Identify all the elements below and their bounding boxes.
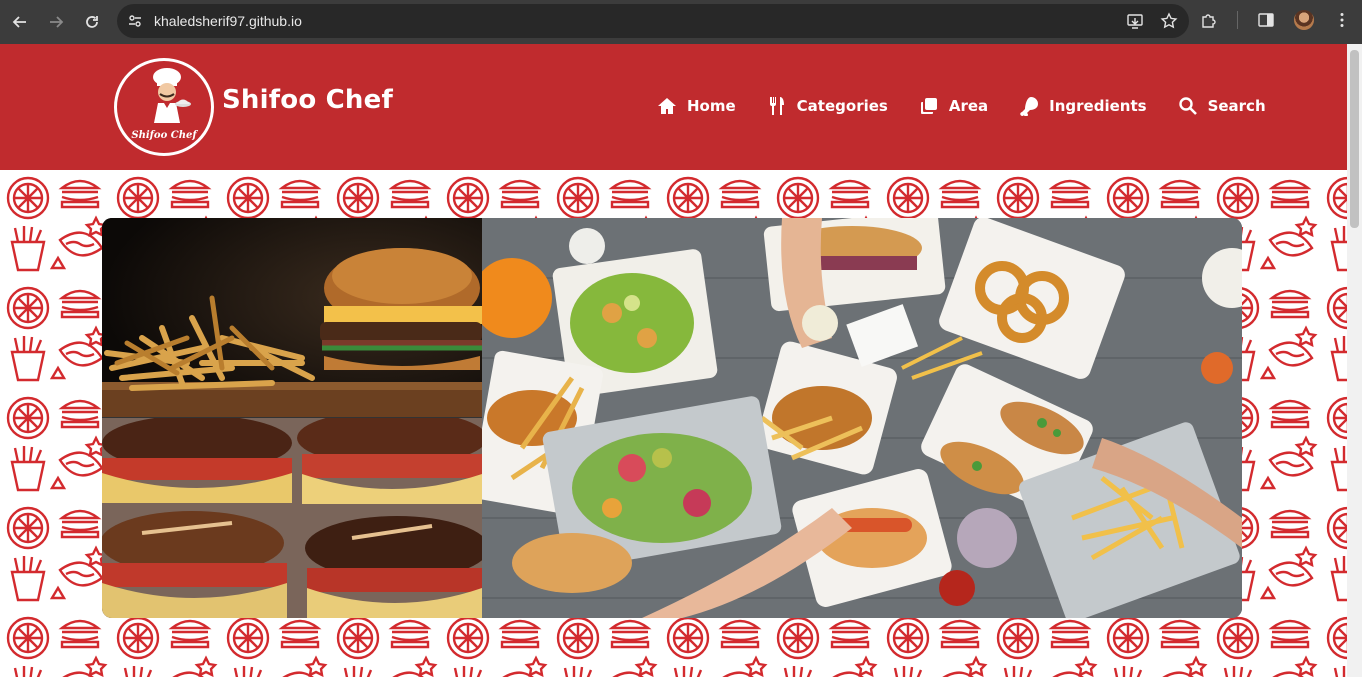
install-icon — [1127, 14, 1143, 29]
install-app-button[interactable] — [1125, 11, 1145, 31]
nav-item-label: Categories — [796, 97, 888, 115]
home-icon — [658, 98, 676, 114]
reload-icon — [86, 16, 98, 28]
page-scrollbar[interactable] — [1347, 44, 1362, 677]
burger-fries-image — [102, 218, 482, 417]
side-panel-button[interactable] — [1256, 10, 1276, 30]
arrow-right-icon — [50, 16, 64, 28]
chef-icon — [153, 68, 191, 123]
tune-icon — [129, 15, 141, 27]
address-bar[interactable]: khaledsherif97.github.io — [117, 4, 1189, 38]
nav-item-ingredients[interactable]: Ingredients — [1019, 96, 1147, 116]
reload-button[interactable] — [78, 8, 106, 36]
web-page: Shifoo Chef Shifoo Chef Home Categories … — [0, 44, 1347, 677]
logo-text: Shifoo Chef — [131, 130, 197, 141]
nav-item-categories[interactable]: Categories — [767, 96, 888, 116]
clone-icon — [920, 98, 937, 114]
food-spread-image — [482, 218, 1242, 618]
nav-item-label: Home — [687, 97, 736, 115]
hero-section — [0, 170, 1347, 677]
url-text[interactable]: khaledsherif97.github.io — [154, 13, 302, 29]
nav-item-label: Search — [1207, 97, 1266, 115]
scrollbar-thumb[interactable] — [1350, 50, 1359, 228]
main-menu: Home Categories Area Ingredients Search — [657, 96, 1266, 116]
side-panel-icon — [1258, 13, 1274, 27]
extensions-button[interactable] — [1199, 10, 1219, 30]
toolbar-divider — [1237, 11, 1238, 29]
site-info-button[interactable] — [124, 10, 146, 32]
star-icon — [1160, 12, 1178, 29]
browser-menu-button[interactable] — [1332, 10, 1352, 30]
kebab-menu-icon — [1340, 13, 1344, 27]
arrow-left-icon — [12, 16, 26, 28]
site-logo[interactable]: Shifoo Chef — [114, 58, 214, 156]
drumstick-icon — [1020, 97, 1039, 116]
pretzel-burgers-image — [102, 418, 482, 618]
bookmark-button[interactable] — [1159, 11, 1179, 31]
search-icon — [1178, 97, 1197, 115]
site-navbar: Shifoo Chef Shifoo Chef Home Categories … — [0, 44, 1347, 170]
nav-item-label: Area — [948, 97, 989, 115]
utensils-icon — [769, 97, 784, 115]
nav-item-area[interactable]: Area — [919, 96, 988, 116]
brand-title[interactable]: Shifoo Chef — [222, 85, 393, 115]
nav-item-label: Ingredients — [1049, 97, 1147, 115]
profile-avatar[interactable] — [1294, 10, 1314, 30]
nav-item-search[interactable]: Search — [1178, 96, 1266, 116]
back-button[interactable] — [6, 8, 34, 36]
forward-button[interactable] — [42, 8, 70, 36]
browser-toolbar: khaledsherif97.github.io — [0, 0, 1362, 44]
hero-gallery — [102, 218, 1242, 618]
nav-item-home[interactable]: Home — [657, 96, 736, 116]
puzzle-icon — [1202, 14, 1216, 28]
